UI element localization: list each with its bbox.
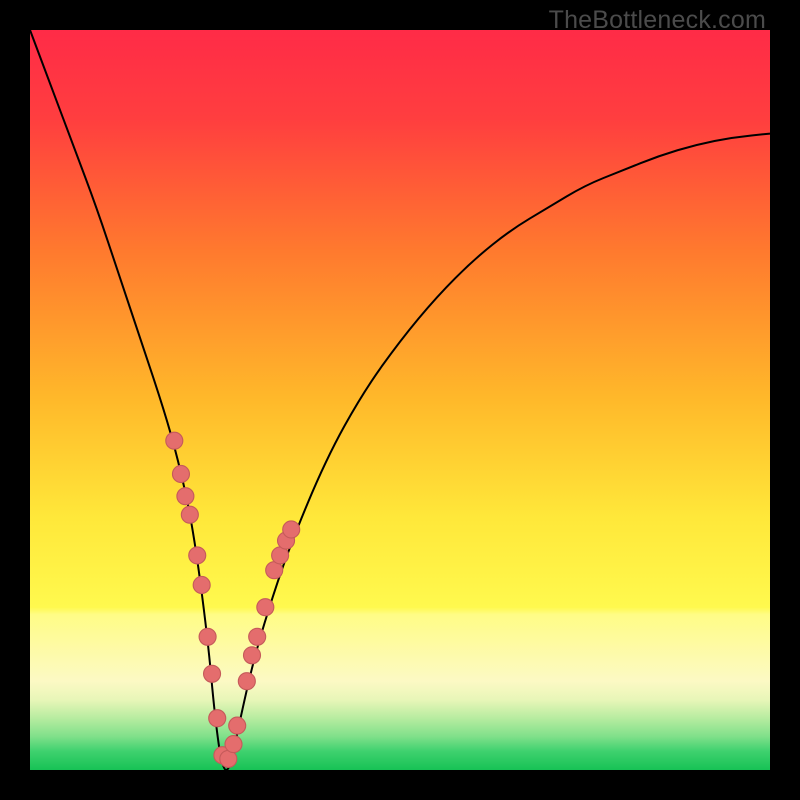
sample-dot [199,628,216,645]
watermark-text: TheBottleneck.com [549,6,766,35]
plot-area [30,30,770,770]
sample-dot [209,710,226,727]
sample-dots [166,432,300,767]
sample-dot [204,665,221,682]
sample-dot [166,432,183,449]
sample-dot [177,488,194,505]
bottleneck-curve [30,30,770,770]
sample-dot [225,736,242,753]
sample-dot [243,647,260,664]
chart-frame: TheBottleneck.com [0,0,800,800]
sample-dot [249,628,266,645]
sample-dot [238,673,255,690]
sample-dot [193,576,210,593]
sample-dot [283,521,300,538]
sample-dot [181,506,198,523]
curve-layer [30,30,770,770]
sample-dot [189,547,206,564]
sample-dot [229,717,246,734]
sample-dot [172,465,189,482]
sample-dot [257,599,274,616]
